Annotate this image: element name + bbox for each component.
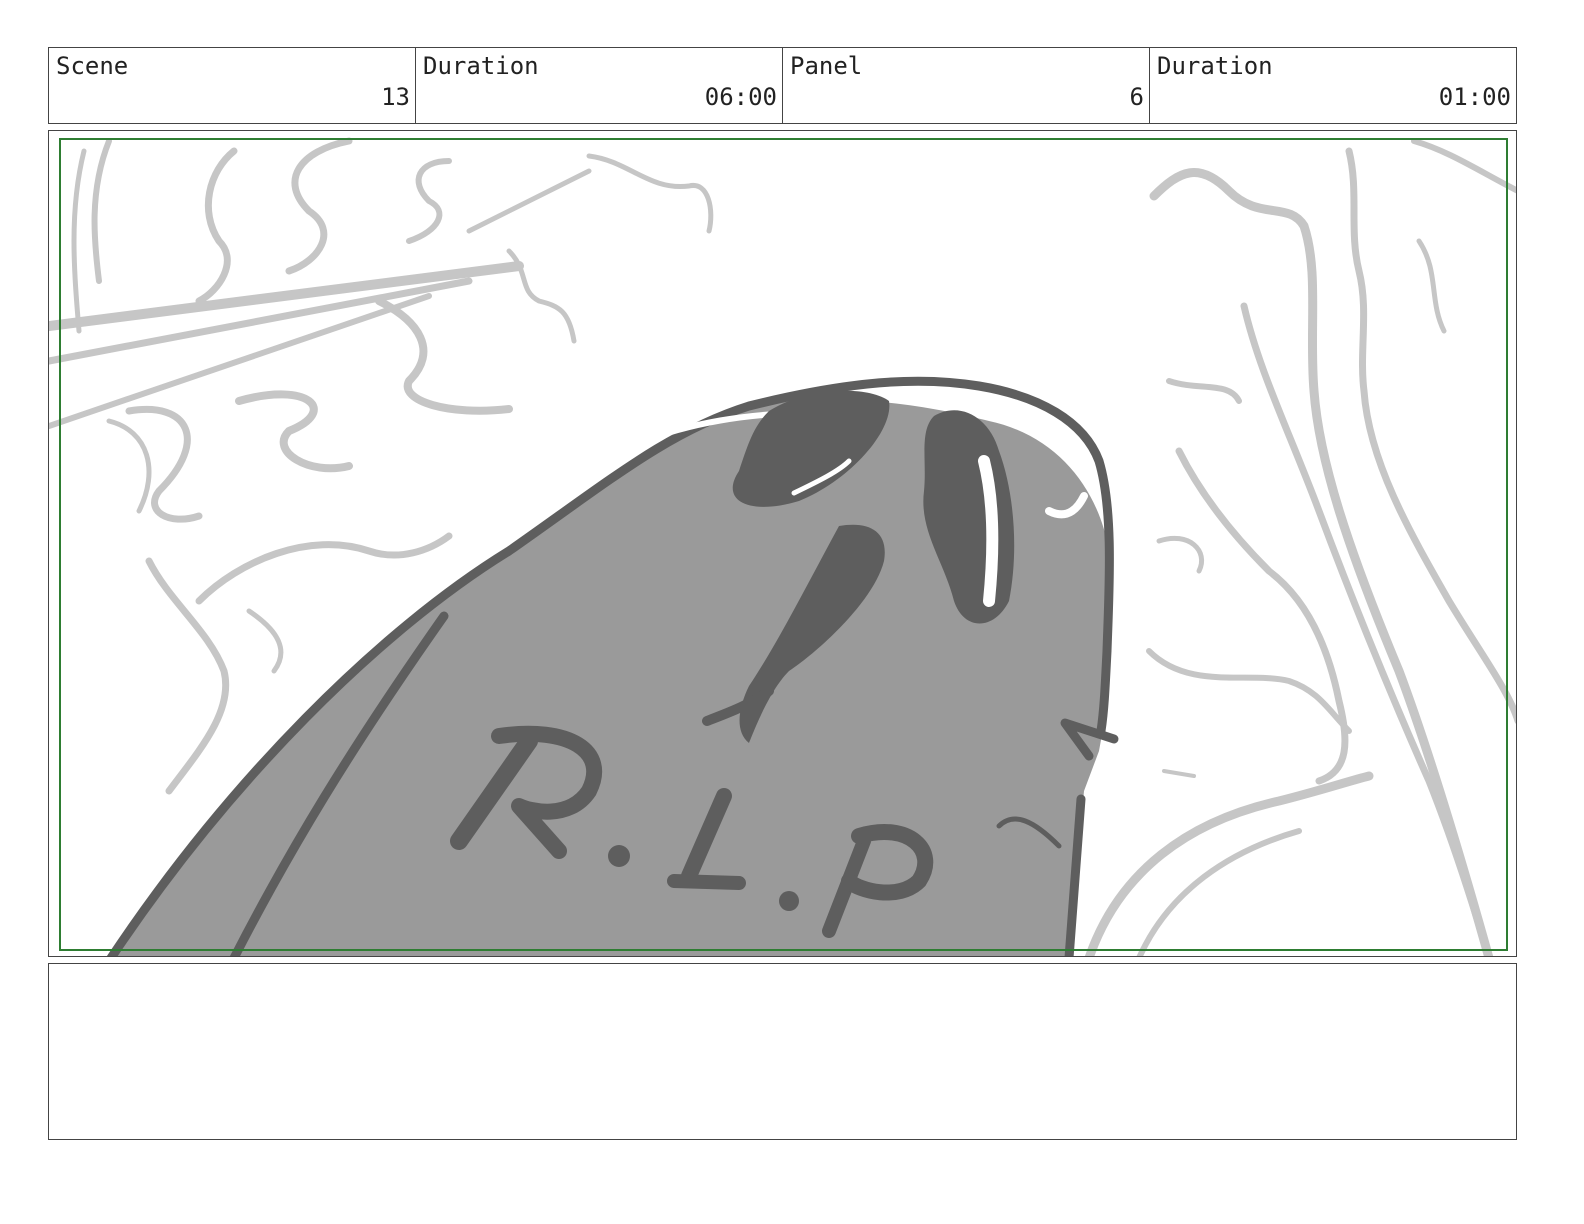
panel-duration-cell: Duration 01:00 [1150, 48, 1516, 123]
panel-drawing [49, 137, 1516, 956]
panel-duration-label: Duration [1157, 52, 1273, 80]
storyboard-panel [48, 130, 1517, 957]
scene-duration-value: 06:00 [704, 83, 777, 111]
panel-notes-area[interactable] [48, 963, 1517, 1140]
scene-duration-cell: Duration 06:00 [416, 48, 783, 123]
scene-duration-label: Duration [423, 52, 539, 80]
scene-label: Scene [56, 52, 129, 80]
background-trees-right [1084, 138, 1516, 956]
panel-label: Panel [790, 52, 863, 80]
scene-number: 13 [381, 83, 410, 111]
panel-header: Scene 13 Duration 06:00 Panel 6 Duration… [48, 47, 1517, 124]
panel-duration-value: 01:00 [1438, 83, 1511, 111]
panel-number: 6 [1129, 83, 1144, 111]
panel-cell: Panel 6 [783, 48, 1150, 123]
scene-cell: Scene 13 [49, 48, 416, 123]
tombstone [106, 376, 1119, 956]
